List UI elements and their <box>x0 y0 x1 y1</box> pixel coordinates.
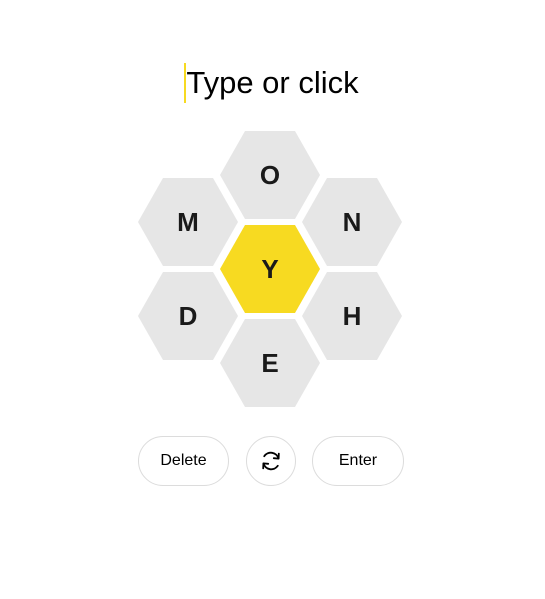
shuffle-icon <box>262 451 280 471</box>
hive-cell-bottom[interactable]: E <box>220 319 320 407</box>
enter-button[interactable]: Enter <box>312 436 404 486</box>
shuffle-button[interactable] <box>246 436 296 486</box>
delete-button[interactable]: Delete <box>138 436 229 486</box>
hive: O M N Y D H E <box>0 0 545 420</box>
hive-controls: Delete Enter <box>0 436 545 486</box>
